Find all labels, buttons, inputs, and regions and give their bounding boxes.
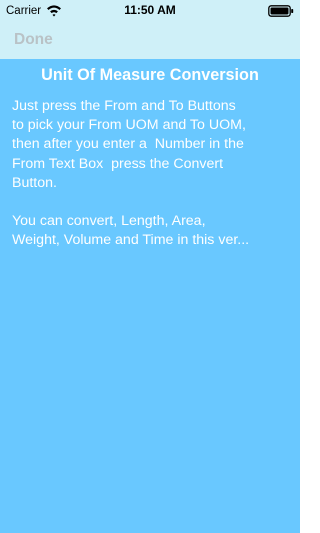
status-time: 11:50 AM [124, 3, 176, 17]
navigation-toolbar: Done [0, 22, 300, 59]
status-bar: Carrier 11:50 AM [0, 0, 300, 22]
app-screen: Carrier 11:50 AM Done Unit Of Measure Co… [0, 0, 300, 533]
instructions-panel: Unit Of Measure Conversion Just press th… [0, 59, 300, 533]
instructions-text: Just press the From and To Buttons to pi… [12, 98, 250, 249]
battery-icon [268, 5, 294, 17]
page-title: Unit Of Measure Conversion [41, 66, 259, 84]
done-button[interactable]: Done [14, 30, 53, 50]
